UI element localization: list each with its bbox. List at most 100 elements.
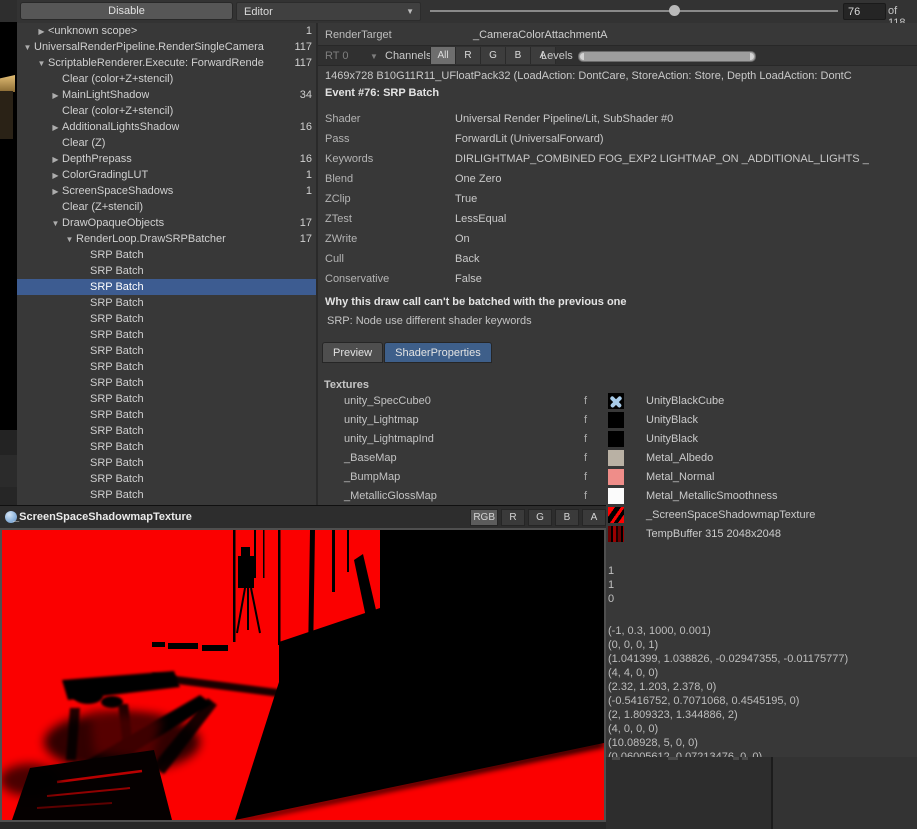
tree-row[interactable]: SRP Batch: [17, 295, 316, 311]
tree-row-label: Clear (Z+stencil): [62, 201, 143, 213]
property-label: Shader: [318, 113, 455, 125]
preview-channel-button[interactable]: B: [555, 509, 579, 526]
tree-row[interactable]: SRP Batch: [17, 327, 316, 343]
tree-arrow[interactable]: ▶: [49, 187, 62, 196]
channel-button[interactable]: All: [430, 47, 456, 64]
tree-row[interactable]: ▼ DrawOpaqueObjects 17: [17, 215, 316, 231]
frame-debugger-window: Disable Editor ▼ 76 of 118 ▶ <unknown sc…: [0, 0, 917, 829]
tree-row[interactable]: ▶ MainLightShadow 34: [17, 87, 316, 103]
chevron-down-icon: ▼: [370, 52, 378, 61]
tree-row-label: MainLightShadow: [62, 89, 149, 101]
tree-row-label: SRP Batch: [90, 441, 144, 453]
texture-thumbnail[interactable]: [608, 393, 624, 409]
texture-row: _BumpMap f Metal_Normal: [318, 468, 917, 487]
tree-row-label: ColorGradingLUT: [62, 169, 148, 181]
preview-title-bar[interactable]: _ScreenSpaceShadowmapTexture RGBRGBA: [0, 505, 606, 528]
vector-value: (4, 4, 0, 0): [608, 666, 848, 680]
tree-row[interactable]: ▼ RenderLoop.DrawSRPBatcher 17: [17, 231, 316, 247]
texture-thumbnail[interactable]: [608, 412, 624, 428]
property-row: Cull Back: [318, 249, 917, 269]
vector-value: (-1, 0.3, 1000, 0.001): [608, 624, 848, 638]
vector-value-list: (-1, 0.3, 1000, 0.001)(0, 0, 0, 1)(1.041…: [608, 624, 848, 757]
scene-view-sliver: [0, 22, 17, 430]
scene-gold-sliver: [0, 75, 15, 92]
channel-button[interactable]: B: [506, 47, 531, 64]
vector-value: (2.32, 1.203, 2.378, 0): [608, 680, 848, 694]
tree-arrow[interactable]: ▼: [49, 219, 62, 228]
tree-row[interactable]: SRP Batch: [17, 311, 316, 327]
texture-thumbnail[interactable]: [608, 526, 624, 542]
panel-divider[interactable]: [771, 757, 773, 829]
tree-row[interactable]: SRP Batch: [17, 471, 316, 487]
texture-thumbnail[interactable]: [608, 469, 624, 485]
detail-tab[interactable]: ShaderProperties: [384, 342, 492, 363]
tree-row[interactable]: ▶ ScreenSpaceShadows 1: [17, 183, 316, 199]
channel-button[interactable]: R: [456, 47, 481, 64]
disable-button[interactable]: Disable: [20, 2, 233, 20]
preview-channel-button[interactable]: RGB: [470, 509, 498, 526]
tree-row[interactable]: SRP Batch: [17, 343, 316, 359]
background-panel-band: [0, 455, 17, 487]
preview-channel-button[interactable]: A: [582, 509, 606, 526]
tree-arrow[interactable]: ▶: [49, 123, 62, 132]
tree-row[interactable]: SRP Batch: [17, 423, 316, 439]
event-number-field[interactable]: 76: [843, 3, 886, 20]
tree-row-label: Clear (color+Z+stencil): [62, 73, 173, 85]
tree-row[interactable]: SRP Batch: [17, 439, 316, 455]
tree-row[interactable]: Clear (color+Z+stencil): [17, 71, 316, 87]
tree-row[interactable]: SRP Batch: [17, 487, 316, 503]
tree-row[interactable]: Clear (Z+stencil): [17, 199, 316, 215]
tree-row-count: 1: [300, 25, 316, 37]
tree-row[interactable]: ▶ DepthPrepass 16: [17, 151, 316, 167]
tree-row[interactable]: ▼ UniversalRenderPipeline.RenderSingleCa…: [17, 39, 316, 55]
tree-arrow[interactable]: ▼: [35, 59, 48, 68]
tree-row-label: SRP Batch: [90, 297, 144, 309]
tree-arrow[interactable]: ▶: [49, 91, 62, 100]
tree-row[interactable]: Clear (color+Z+stencil): [17, 103, 316, 119]
tree-row-label: SRP Batch: [90, 345, 144, 357]
vector-value: (0.06005612, 0.07213476, 0, 0): [608, 750, 848, 757]
tree-row[interactable]: SRP Batch: [17, 391, 316, 407]
tree-arrow[interactable]: ▼: [21, 43, 34, 52]
tree-row-label: SRP Batch: [90, 377, 144, 389]
texture-thumbnail[interactable]: [608, 450, 624, 466]
tree-row[interactable]: SRP Batch: [17, 455, 316, 471]
tree-row[interactable]: SRP Batch: [17, 407, 316, 423]
levels-max-handle[interactable]: [750, 53, 754, 60]
texture-thumbnail[interactable]: [608, 488, 624, 504]
tree-row[interactable]: ▼ ScriptableRenderer.Execute: ForwardRen…: [17, 55, 316, 71]
texture-thumbnail[interactable]: [608, 431, 624, 447]
preview-channel-button[interactable]: R: [501, 509, 525, 526]
tree-row[interactable]: ▶ ColorGradingLUT 1: [17, 167, 316, 183]
levels-range-slider[interactable]: [578, 51, 756, 62]
preview-channel-button[interactable]: G: [528, 509, 552, 526]
tree-row[interactable]: Clear (Z): [17, 135, 316, 151]
tree-row[interactable]: SRP Batch: [17, 375, 316, 391]
rt-index-dropdown[interactable]: RT 0: [325, 50, 348, 62]
tree-row[interactable]: SRP Batch: [17, 247, 316, 263]
tree-row-label: <unknown scope>: [48, 25, 137, 37]
tree-row[interactable]: ▶ AdditionalLightsShadow 16: [17, 119, 316, 135]
target-selector-dropdown[interactable]: Editor ▼: [236, 2, 421, 21]
tree-arrow[interactable]: ▶: [35, 27, 48, 36]
tree-row-label: Clear (color+Z+stencil): [62, 105, 173, 117]
window-bottom-edge: [0, 822, 606, 829]
tree-row[interactable]: SRP Batch: [17, 263, 316, 279]
tree-row[interactable]: SRP Batch: [17, 359, 316, 375]
property-label: Conservative: [318, 273, 455, 285]
property-row: ZWrite On: [318, 229, 917, 249]
event-slider-handle[interactable]: [669, 5, 680, 16]
tree-arrow[interactable]: ▶: [49, 155, 62, 164]
detail-tab[interactable]: Preview: [322, 342, 383, 363]
tree-row[interactable]: SRP Batch: [17, 279, 316, 295]
tree-arrow[interactable]: ▼: [63, 235, 76, 244]
vector-value: (-0.5416752, 0.7071068, 0.4545195, 0): [608, 694, 848, 708]
event-slider-track[interactable]: [430, 10, 838, 12]
levels-min-handle[interactable]: [580, 53, 584, 60]
tree-row-count: 117: [288, 57, 316, 69]
tree-row[interactable]: ▶ <unknown scope> 1: [17, 23, 316, 39]
batch-break-reason: SRP: Node use different shader keywords: [327, 315, 532, 327]
channel-button[interactable]: G: [481, 47, 506, 64]
tree-arrow[interactable]: ▶: [49, 171, 62, 180]
texture-thumbnail[interactable]: [608, 507, 624, 523]
